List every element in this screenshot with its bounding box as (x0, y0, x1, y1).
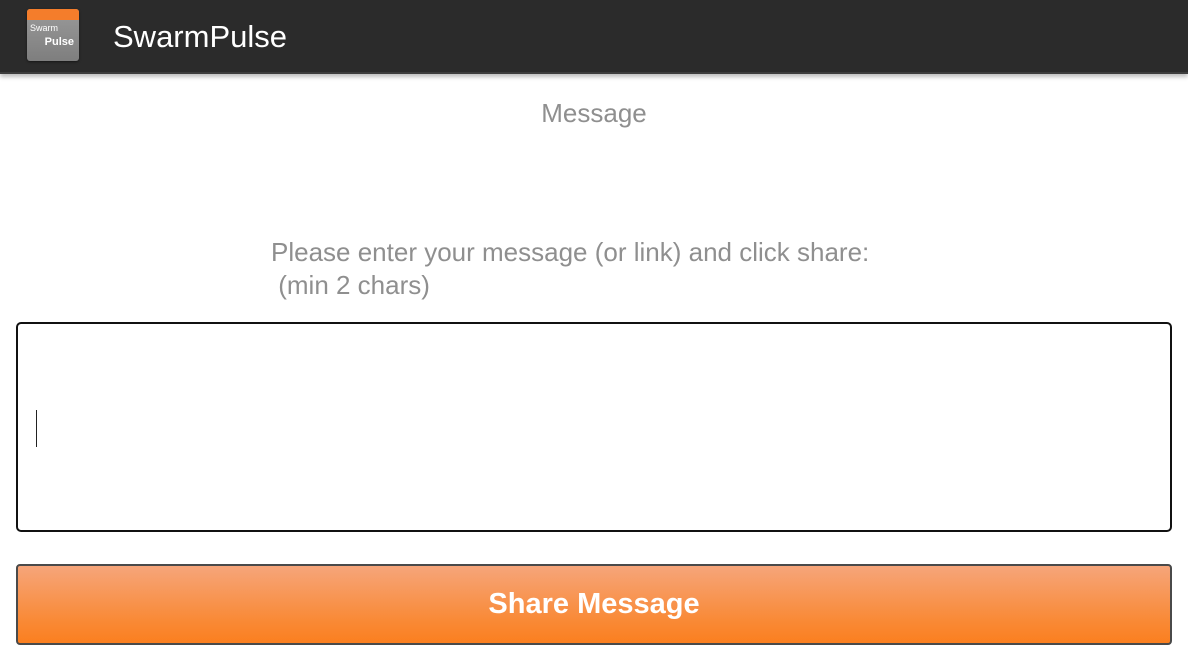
text-cursor (36, 410, 37, 447)
logo-stripe (27, 9, 79, 20)
logo-text-line2: Pulse (44, 36, 74, 48)
app-bar: Swarm Pulse SwarmPulse (0, 0, 1188, 74)
app-title: SwarmPulse (113, 19, 287, 54)
section-title: Message (541, 98, 647, 128)
swarmpulse-logo-icon: Swarm Pulse (27, 9, 79, 61)
logo-text-line1: Swarm (30, 23, 59, 33)
message-input[interactable] (16, 322, 1172, 532)
share-message-button[interactable]: Share Message (16, 564, 1172, 645)
instructions-text: Please enter your message (or link) and … (271, 237, 870, 300)
